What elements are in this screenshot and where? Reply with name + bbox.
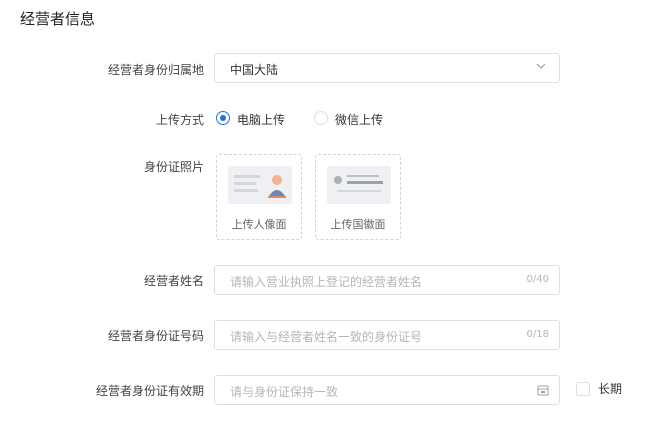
radio-unchecked-icon: [314, 111, 328, 125]
section-title: 经营者信息: [20, 10, 96, 28]
upload-portrait-side[interactable]: 上传人像面: [216, 154, 302, 240]
operator-id-validity-placeholder: 请与身份证保持一致: [230, 385, 339, 399]
upload-emblem-side[interactable]: 上传国徽面: [315, 154, 401, 240]
id-card-emblem-icon: [327, 166, 391, 204]
id-photos-label: 身份证照片: [143, 160, 204, 174]
identity-region-label: 经营者身份归属地: [107, 63, 204, 77]
upload-method-label: 上传方式: [155, 113, 204, 127]
long-term-label[interactable]: 长期: [598, 380, 622, 397]
operator-id-number-counter: 0/18: [526, 329, 549, 340]
operator-id-number-placeholder: 请输入与经营者姓名一致的身份证号: [230, 330, 423, 344]
operator-name-input[interactable]: 请输入营业执照上登记的经营者姓名 0/40: [214, 265, 560, 295]
long-term-checkbox[interactable]: [576, 382, 590, 396]
identity-region-value: 中国大陆: [230, 63, 279, 77]
upload-portrait-label: 上传人像面: [231, 218, 287, 231]
operator-name-counter: 0/40: [526, 274, 549, 285]
operator-id-validity-label: 经营者身份证有效期: [95, 384, 204, 398]
radio-checked-icon: [216, 111, 230, 125]
operator-id-number-input[interactable]: 请输入与经营者姓名一致的身份证号 0/18: [214, 320, 560, 350]
identity-region-select[interactable]: 中国大陆: [214, 53, 560, 83]
radio-computer-upload-label: 电脑上传: [237, 113, 286, 127]
calendar-icon[interactable]: [537, 384, 549, 396]
operator-name-label: 经营者姓名: [143, 274, 204, 288]
operator-id-number-label: 经营者身份证号码: [107, 329, 204, 343]
chevron-down-icon: [536, 63, 546, 69]
radio-wechat-upload-label: 微信上传: [335, 113, 384, 127]
upload-emblem-label: 上传国徽面: [330, 218, 386, 231]
operator-name-placeholder: 请输入营业执照上登记的经营者姓名: [230, 275, 423, 289]
id-card-portrait-icon: [228, 166, 292, 204]
operator-id-validity-input[interactable]: 请与身份证保持一致: [214, 375, 560, 405]
